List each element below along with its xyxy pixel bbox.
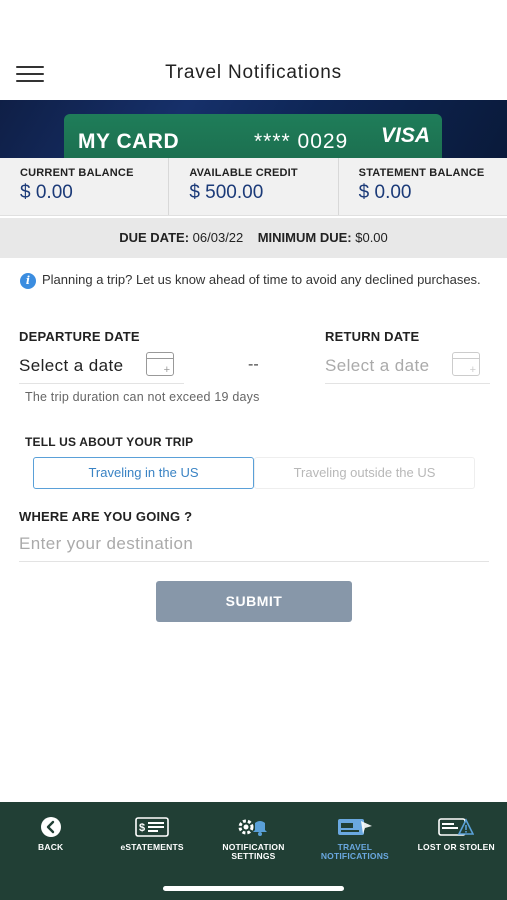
nav-travel-notifications-label: TRAVEL NOTIFICATIONS	[320, 842, 389, 861]
submit-button[interactable]: SUBMIT	[156, 581, 352, 622]
nav-lost-or-stolen[interactable]: LOST OR STOLEN	[406, 802, 507, 900]
credit-card: MY CARD **** 0029 VISA	[64, 114, 442, 158]
return-date-field[interactable]: Select a date	[325, 352, 490, 384]
trip-type-label: TELL US ABOUT YOUR TRIP	[25, 435, 194, 449]
card-banner: MY CARD **** 0029 VISA	[0, 100, 507, 158]
info-icon: i	[20, 273, 36, 289]
departure-date-field[interactable]: Select a date	[19, 352, 184, 384]
minimum-due-value: $0.00	[355, 230, 388, 245]
travel-icon	[337, 819, 372, 835]
current-balance-value: $ 0.00	[20, 182, 73, 203]
minimum-due-label: MINIMUM DUE:	[257, 230, 352, 245]
return-date-label: RETURN DATE	[325, 329, 420, 344]
calendar-icon[interactable]	[452, 352, 480, 376]
statement-icon: $	[135, 817, 169, 837]
current-balance: CURRENT BALANCE $ 0.00	[0, 158, 170, 215]
available-credit-value: $ 500.00	[189, 182, 264, 203]
departure-date-value: Select a date	[19, 356, 124, 375]
nav-estatements-label: eSTATEMENTS	[120, 842, 184, 852]
due-info-bar: DUE DATE: 06/03/22 MINIMUM DUE: $0.00	[0, 218, 507, 258]
destination-label: WHERE ARE YOU GOING ?	[19, 509, 193, 524]
info-text: Planning a trip? Let us know ahead of ti…	[42, 272, 481, 287]
lost-card-icon	[438, 818, 475, 836]
visa-logo: VISA	[380, 124, 430, 147]
back-icon	[40, 817, 61, 837]
calendar-icon[interactable]	[146, 352, 174, 376]
notification-settings-icon	[238, 819, 268, 836]
due-date-label: DUE DATE:	[119, 230, 190, 245]
current-balance-label: CURRENT BALANCE	[20, 167, 134, 179]
trip-duration-hint: The trip duration can not exceed 19 days	[25, 390, 260, 404]
statement-balance-value: $ 0.00	[358, 182, 412, 203]
card-name: MY CARD	[78, 130, 180, 153]
nav-back-label: BACK	[38, 842, 64, 852]
app-header: Travel Notifications	[0, 0, 507, 100]
page-title: Travel Notifications	[165, 62, 342, 83]
trip-toggle-international[interactable]: Traveling outside the US	[254, 457, 475, 489]
date-separator: --	[248, 356, 259, 373]
svg-text:$: $	[139, 822, 145, 834]
departure-date-label: DEPARTURE DATE	[19, 329, 140, 344]
balance-summary: CURRENT BALANCE $ 0.00 AVAILABLE CREDIT …	[0, 158, 507, 216]
available-credit: AVAILABLE CREDIT $ 500.00	[169, 158, 339, 215]
trip-toggle-domestic[interactable]: Traveling in the US	[33, 457, 254, 489]
info-message: i Planning a trip? Let us know ahead of …	[20, 272, 490, 289]
statement-balance: STATEMENT BALANCE $ 0.00	[339, 158, 507, 215]
nav-lost-or-stolen-label: LOST OR STOLEN	[417, 842, 495, 852]
statement-balance-label: STATEMENT BALANCE	[358, 167, 485, 179]
home-indicator[interactable]	[163, 886, 344, 891]
due-date-value: 06/03/22	[192, 230, 244, 245]
nav-back[interactable]: BACK	[0, 802, 101, 900]
available-credit-label: AVAILABLE CREDIT	[189, 167, 298, 179]
return-date-value: Select a date	[325, 356, 430, 375]
nav-notification-settings-label: NOTIFICATION SETTINGS	[222, 842, 285, 861]
card-number: **** 0029	[254, 130, 349, 153]
destination-input[interactable]: Enter your destination	[19, 531, 489, 562]
